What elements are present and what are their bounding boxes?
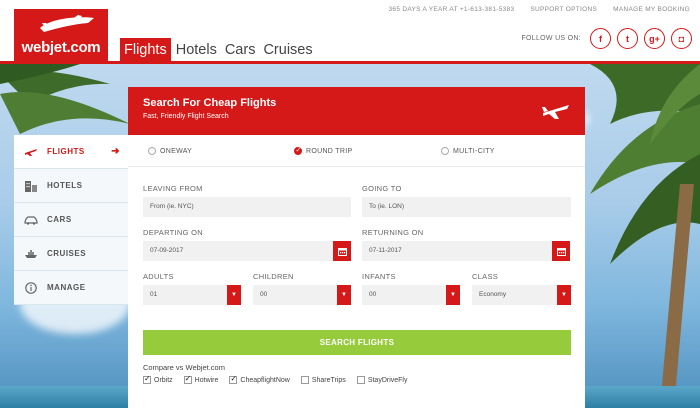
search-flights-button[interactable]: SEARCH FLIGHTS — [143, 330, 571, 355]
side-item-label: HOTELS — [47, 181, 83, 190]
going-to-input[interactable]: To (ie. LON) — [362, 197, 571, 217]
chevron-down-icon[interactable]: ▼ — [337, 285, 351, 305]
checkbox-label: Hotwire — [194, 376, 219, 384]
webjet-logo[interactable]: webjet.com — [14, 9, 108, 61]
radio-label: MULTI-CITY — [453, 147, 495, 155]
side-item-label: CARS — [47, 215, 72, 224]
phone-link[interactable]: 365 DAYS A YEAR AT +1-613-381-5383 — [388, 6, 514, 13]
tab-cars[interactable]: Cars — [222, 38, 259, 62]
google-plus-icon[interactable]: g+ — [644, 28, 665, 49]
compare-cheapflightnow[interactable]: CheapflightNow — [229, 374, 290, 384]
hotel-icon — [24, 180, 38, 192]
side-item-manage[interactable]: MANAGE — [14, 271, 128, 305]
info-icon — [24, 281, 38, 294]
checkbox-checked[interactable] — [229, 374, 238, 384]
side-item-label: MANAGE — [47, 283, 86, 292]
side-menu: FLIGHTS ➜ HOTELS CARS CRUISES MANAGE — [14, 135, 128, 305]
radio-label: ROUND TRIP — [306, 147, 353, 155]
checkbox-label: Orbitz — [154, 376, 173, 384]
instagram-icon[interactable]: ◘ — [671, 28, 692, 49]
calendar-icon[interactable] — [552, 241, 570, 261]
chevron-down-icon[interactable]: ▼ — [227, 285, 241, 305]
class-select[interactable]: Economy — [472, 285, 557, 305]
panel-title: Search For Cheap Flights — [143, 97, 277, 109]
leaving-from-input[interactable]: From (ie. NYC) — [143, 197, 351, 217]
radio-circle — [148, 147, 156, 155]
compare-orbitz[interactable]: Orbitz — [143, 374, 173, 384]
side-item-hotels[interactable]: HOTELS — [14, 169, 128, 203]
checkbox-label: ShareTrips — [311, 376, 346, 384]
divider — [128, 166, 585, 167]
ship-icon — [24, 248, 38, 260]
radio-circle — [441, 147, 449, 155]
adults-label: ADULTS — [143, 272, 174, 281]
twitter-icon[interactable]: t — [617, 28, 638, 49]
adults-select[interactable]: 01 — [143, 285, 227, 305]
compare-title: Compare vs Webjet.com — [143, 363, 225, 372]
radio-round-trip[interactable]: ROUND TRIP — [294, 146, 353, 155]
children-select[interactable]: 00 — [253, 285, 337, 305]
checkbox[interactable] — [300, 376, 309, 384]
logo-plane-icon — [40, 15, 94, 32]
radio-oneway[interactable]: ONEWAY — [148, 147, 192, 155]
infants-label: INFANTS — [362, 272, 396, 281]
support-link[interactable]: SUPPORT OPTIONS — [530, 6, 597, 13]
returning-date-input[interactable]: 07-11-2017 — [362, 241, 552, 261]
facebook-icon[interactable]: f — [590, 28, 611, 49]
side-item-label: FLIGHTS — [47, 147, 85, 156]
main-nav: Flights Hotels Cars Cruises — [120, 38, 318, 62]
compare-staydrivefly[interactable]: StayDriveFly — [356, 376, 408, 384]
chevron-down-icon[interactable]: ▼ — [557, 285, 571, 305]
palm-tree-right — [590, 64, 700, 408]
checkbox-label: StayDriveFly — [367, 376, 408, 384]
checkbox-label: CheapflightNow — [240, 376, 290, 384]
trip-type-group: ONEWAY ROUND TRIP MULTI-CITY — [148, 146, 568, 161]
compare-options: Orbitz Hotwire CheapflightNow ShareTrips… — [143, 374, 408, 384]
departing-date-input[interactable]: 07-09-2017 — [143, 241, 333, 261]
checkbox-checked[interactable] — [143, 374, 151, 384]
follow-label: FOLLOW US ON: — [521, 35, 581, 42]
airplane-icon — [542, 105, 569, 119]
radio-label: ONEWAY — [160, 147, 193, 155]
going-to-label: GOING TO — [362, 184, 402, 193]
panel-subtitle: Fast, Friendly Flight Search — [143, 113, 229, 120]
compare-hotwire[interactable]: Hotwire — [183, 374, 219, 384]
departing-label: DEPARTING ON — [143, 228, 203, 237]
tab-hotels[interactable]: Hotels — [173, 38, 220, 62]
side-item-label: CRUISES — [47, 249, 87, 258]
compare-sharetrips[interactable]: ShareTrips — [300, 376, 346, 384]
infants-select[interactable]: 00 — [362, 285, 446, 305]
class-label: CLASS — [472, 272, 499, 281]
side-item-cars[interactable]: CARS — [14, 203, 128, 237]
social-links: FOLLOW US ON: f t g+ ◘ — [521, 28, 692, 49]
radio-circle-checked — [294, 146, 302, 155]
checkbox[interactable] — [356, 376, 365, 384]
arrow-right-icon: ➜ — [111, 146, 120, 157]
top-links: 365 DAYS A YEAR AT +1-613-381-5383 SUPPO… — [388, 6, 690, 13]
tab-flights[interactable]: Flights — [120, 38, 171, 62]
radio-multi-city[interactable]: MULTI-CITY — [441, 147, 495, 155]
calendar-icon[interactable] — [333, 241, 351, 261]
panel-header: Search For Cheap Flights Fast, Friendly … — [128, 87, 585, 135]
checkbox-checked[interactable] — [183, 374, 192, 384]
tab-cruises[interactable]: Cruises — [260, 38, 315, 62]
site-header: webjet.com Flights Hotels Cars Cruises 3… — [0, 0, 700, 62]
logo-text: webjet.com — [21, 39, 101, 56]
children-label: CHILDREN — [253, 272, 294, 281]
side-item-cruises[interactable]: CRUISES — [14, 237, 128, 271]
side-item-flights[interactable]: FLIGHTS ➜ — [14, 135, 128, 169]
manage-booking-link[interactable]: MANAGE MY BOOKING — [613, 6, 690, 13]
plane-icon — [24, 146, 38, 158]
car-icon — [24, 214, 38, 226]
returning-label: RETURNING ON — [362, 228, 424, 237]
chevron-down-icon[interactable]: ▼ — [446, 285, 460, 305]
flight-search-panel: Search For Cheap Flights Fast, Friendly … — [128, 87, 585, 408]
leaving-from-label: LEAVING FROM — [143, 184, 203, 193]
